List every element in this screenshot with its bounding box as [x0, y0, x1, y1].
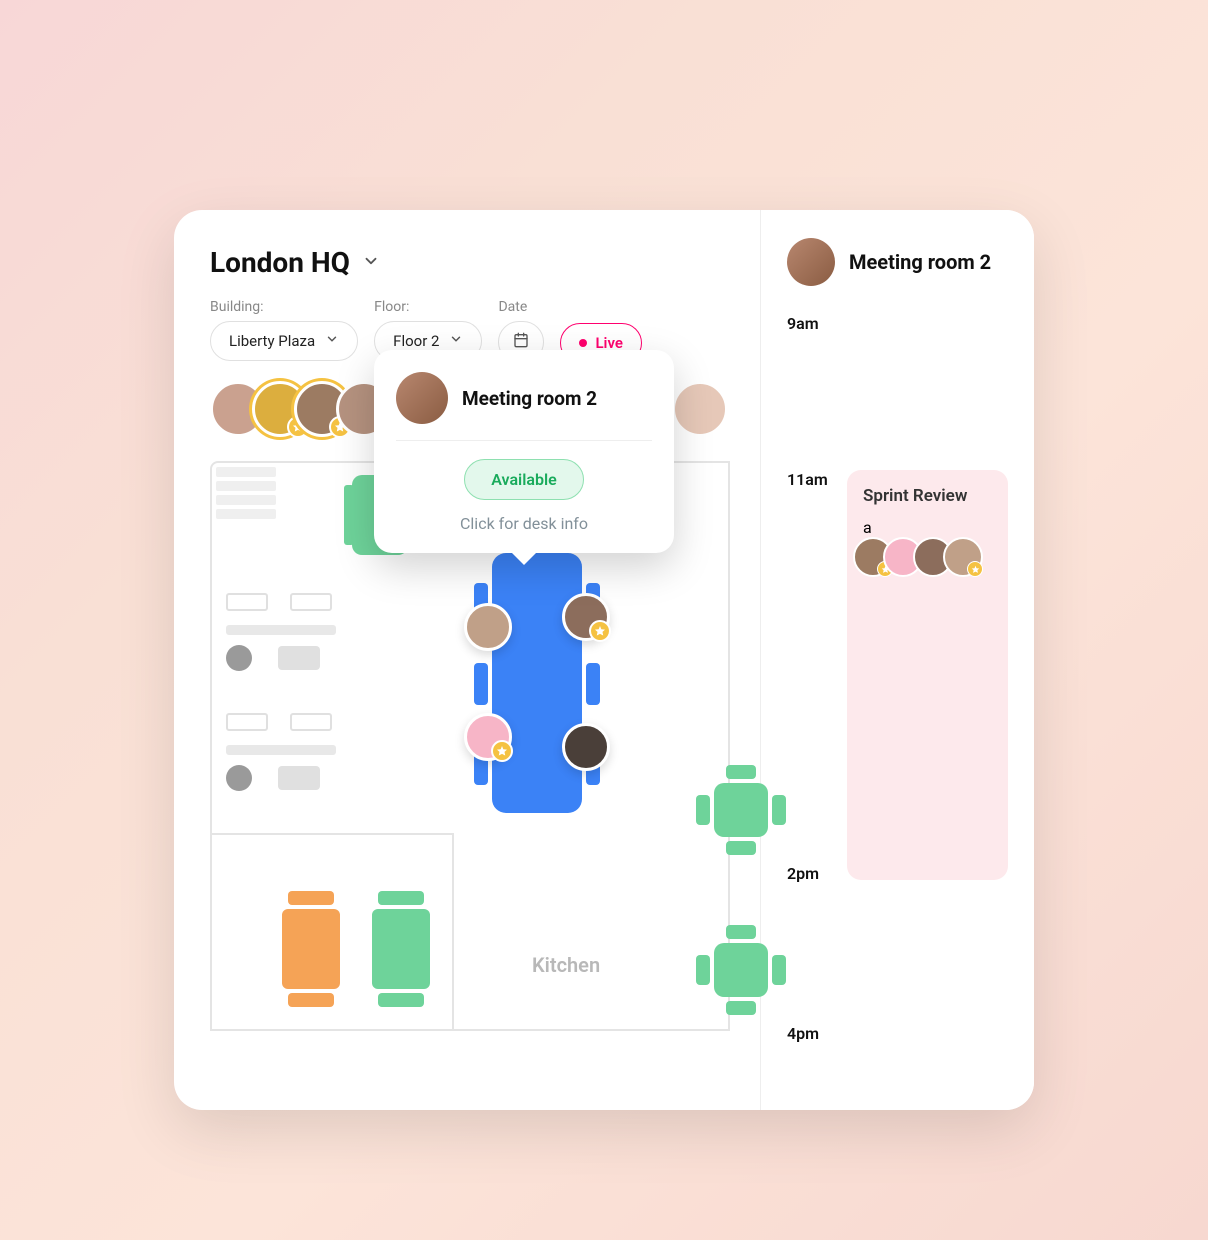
live-indicator-dot	[579, 339, 587, 347]
desk[interactable]	[282, 909, 340, 989]
kitchen-label: Kitchen	[532, 953, 600, 977]
main-panel: London HQ Building: Liberty Plaza Floor:…	[174, 210, 761, 1110]
building-dropdown[interactable]: Liberty Plaza	[210, 321, 358, 361]
building-filter-group: Building: Liberty Plaza	[210, 299, 358, 363]
avatar[interactable]	[943, 537, 983, 577]
floor-value: Floor 2	[393, 332, 439, 350]
avatar[interactable]	[672, 381, 728, 437]
avatar[interactable]	[562, 593, 610, 641]
app-window: London HQ Building: Liberty Plaza Floor:…	[174, 210, 1034, 1110]
event-title: Sprint Review	[863, 486, 992, 506]
desk[interactable]	[372, 909, 430, 989]
wall	[212, 833, 452, 835]
event-attendees	[863, 537, 992, 577]
avatar[interactable]	[562, 723, 610, 771]
avatar[interactable]	[464, 603, 512, 651]
time-label: 2pm	[787, 864, 819, 883]
desk-cluster	[226, 713, 336, 791]
timeline[interactable]: 9am 11am 2pm 4pm Sprint Review a	[787, 314, 1008, 1054]
meeting-room-2-table[interactable]	[492, 553, 582, 813]
star-icon	[491, 740, 513, 762]
time-label: 9am	[787, 314, 819, 333]
time-label: 4pm	[787, 1024, 819, 1043]
side-panel-header: Meeting room 2	[787, 238, 1008, 286]
room-thumbnail	[396, 372, 448, 424]
small-table[interactable]	[714, 783, 768, 837]
popover-header: Meeting room 2	[396, 372, 652, 441]
room-thumbnail	[787, 238, 835, 286]
wall	[452, 833, 454, 1031]
room-schedule-panel: Meeting room 2 9am 11am 2pm 4pm Sprint R…	[761, 210, 1034, 1110]
desk-cluster	[226, 593, 336, 671]
availability-badge: Available	[464, 459, 583, 500]
popover-title: Meeting room 2	[462, 387, 597, 410]
building-value: Liberty Plaza	[229, 332, 315, 350]
star-icon	[589, 620, 611, 642]
chevron-down-icon	[325, 332, 339, 350]
wall-detail	[216, 467, 276, 519]
star-icon	[967, 561, 983, 577]
side-panel-title: Meeting room 2	[849, 250, 991, 274]
chevron-down-icon	[362, 252, 380, 274]
location-title: London HQ	[210, 246, 350, 279]
calendar-icon	[513, 332, 529, 352]
location-selector[interactable]: London HQ	[210, 246, 730, 279]
time-label: 11am	[787, 470, 828, 489]
building-filter-label: Building:	[210, 299, 358, 315]
room-popover: Meeting room 2 Available Click for desk …	[374, 350, 674, 553]
floor-filter-label: Floor:	[374, 299, 482, 315]
popover-hint[interactable]: Click for desk info	[460, 514, 588, 533]
calendar-event[interactable]: Sprint Review a	[847, 470, 1008, 880]
avatar[interactable]	[464, 713, 512, 761]
small-table[interactable]	[714, 943, 768, 997]
chevron-down-icon	[449, 332, 463, 350]
date-filter-label: Date	[498, 299, 544, 315]
